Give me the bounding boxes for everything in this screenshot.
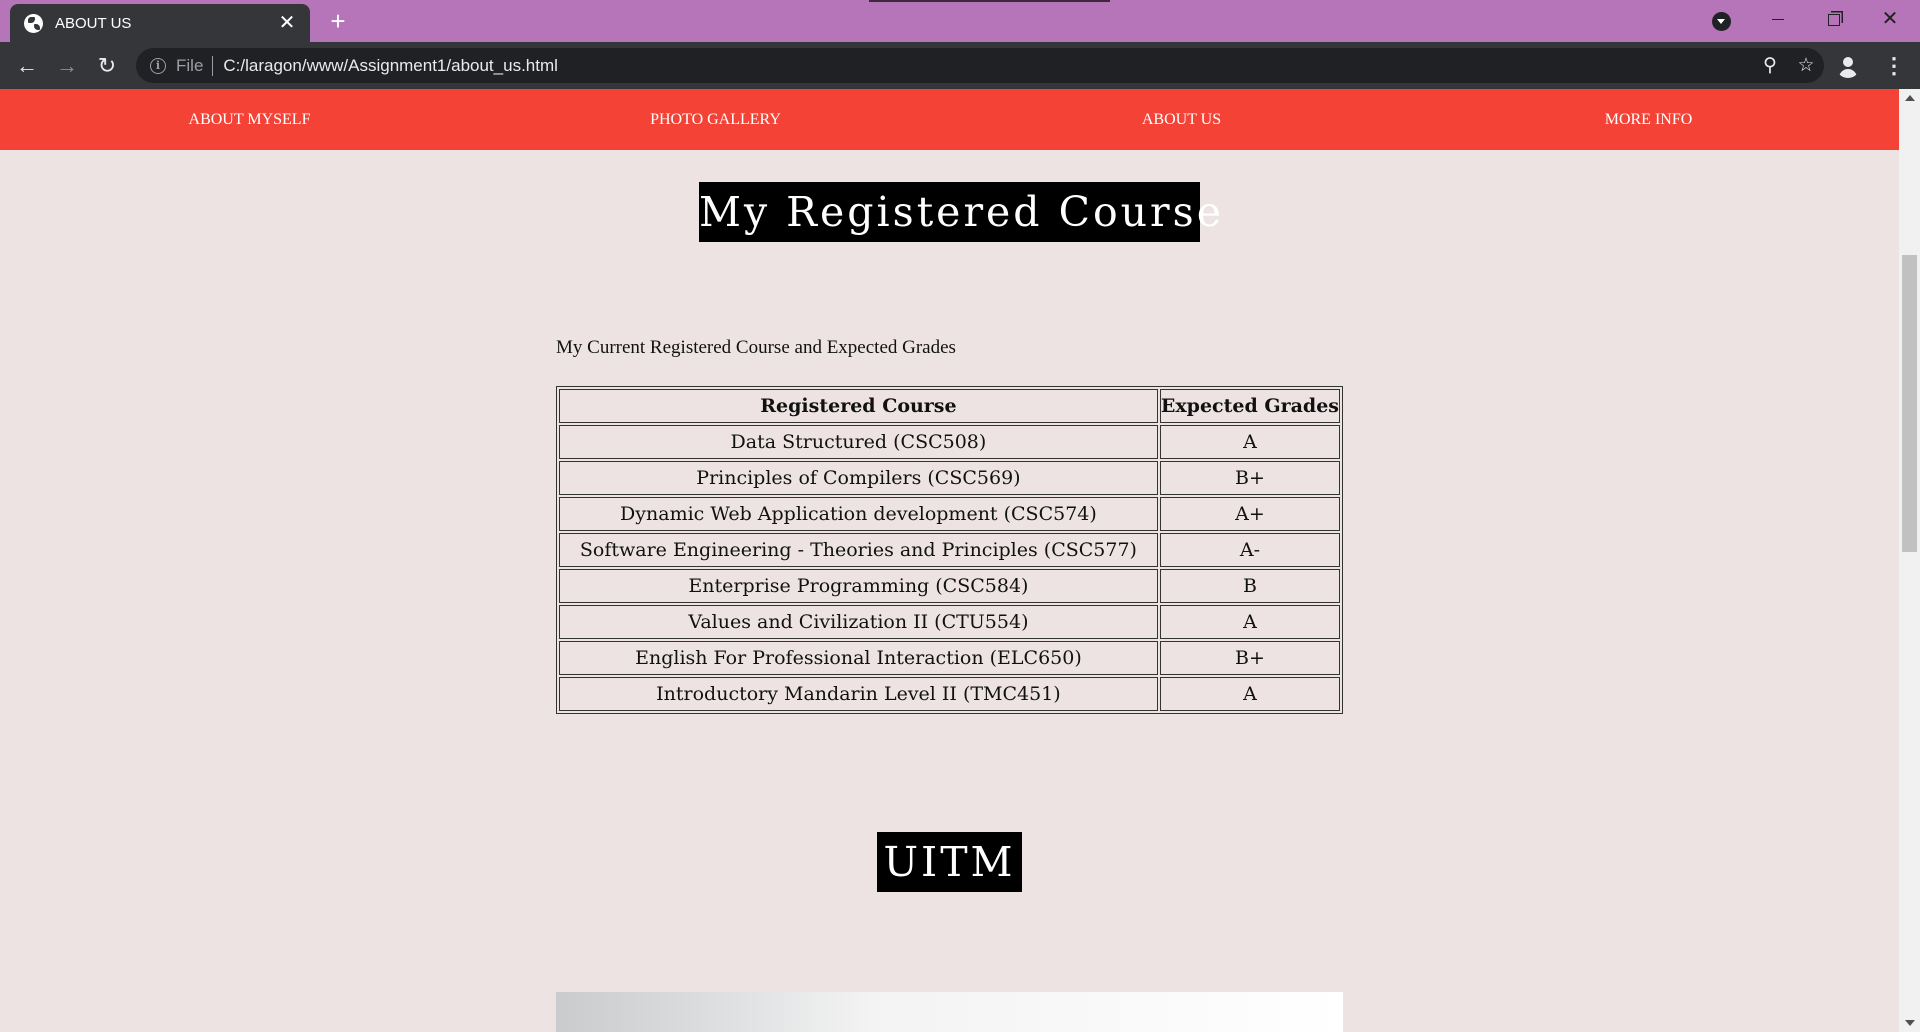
course-cell: Values and Civilization II (CTU554): [559, 605, 1158, 639]
courses-heading: My Registered Course: [699, 182, 1221, 242]
table-row: Introductory Mandarin Level II (TMC451) …: [559, 677, 1340, 711]
courses-intro-text: My Current Registered Course and Expecte…: [556, 337, 956, 358]
new-tab-button[interactable]: +: [324, 8, 352, 36]
course-cell: Data Structured (CSC508): [559, 425, 1158, 459]
grade-cell: B+: [1159, 641, 1340, 675]
table-row: English For Professional Interaction (EL…: [559, 641, 1340, 675]
browser-tab-strip: ABOUT US ✕ + ✕: [0, 0, 1920, 42]
tab-close-icon[interactable]: ✕: [276, 12, 298, 34]
course-cell: Introductory Mandarin Level II (TMC451): [559, 677, 1158, 711]
reload-button[interactable]: ↻: [91, 50, 123, 82]
table-row: Principles of Compilers (CSC569) B+: [559, 461, 1340, 495]
grade-cell: A: [1159, 425, 1340, 459]
scroll-up-arrow-icon[interactable]: [1905, 95, 1915, 101]
nav-link-about-us[interactable]: ABOUT US: [944, 89, 1419, 150]
zoom-icon[interactable]: ⚲: [1752, 54, 1788, 77]
nav-link-more-info[interactable]: MORE INFO: [1411, 89, 1886, 150]
grade-cell: B: [1159, 569, 1340, 603]
nav-link-photo-gallery[interactable]: PHOTO GALLERY: [478, 89, 953, 150]
table-header-row: Registered Course Expected Grades: [559, 389, 1340, 423]
table-row: Values and Civilization II (CTU554) A: [559, 605, 1340, 639]
grade-cell: A: [1159, 605, 1340, 639]
profile-icon[interactable]: [1836, 54, 1860, 78]
column-header-grade: Expected Grades: [1159, 389, 1340, 423]
bookmark-star-icon[interactable]: ☆: [1788, 54, 1824, 77]
course-cell: Software Engineering - Theories and Prin…: [559, 533, 1158, 567]
omnibox-divider: [212, 55, 214, 76]
site-nav: ABOUT MYSELF PHOTO GALLERY ABOUT US MORE…: [0, 89, 1899, 150]
grade-cell: A: [1159, 677, 1340, 711]
close-window-button[interactable]: ✕: [1862, 4, 1918, 34]
forward-button[interactable]: →: [51, 50, 83, 82]
address-bar[interactable]: i File C:/laragon/www/Assignment1/about_…: [136, 48, 1824, 83]
grade-cell: B+: [1159, 461, 1340, 495]
uitm-heading: UITM: [877, 832, 1022, 892]
grade-cell: A-: [1159, 533, 1340, 567]
table-row: Enterprise Programming (CSC584) B: [559, 569, 1340, 603]
back-button[interactable]: ←: [11, 50, 43, 82]
grade-cell: A+: [1159, 497, 1340, 531]
scroll-down-arrow-icon[interactable]: [1905, 1020, 1915, 1026]
scrollbar-thumb[interactable]: [1902, 255, 1917, 552]
browser-tab-active[interactable]: ABOUT US ✕: [10, 4, 310, 42]
restore-button[interactable]: [1806, 4, 1862, 34]
uitm-photo: [556, 992, 1343, 1032]
table-row: Data Structured (CSC508) A: [559, 425, 1340, 459]
browser-toolbar: ← → ↻ i File C:/laragon/www/Assignment1/…: [0, 42, 1920, 89]
table-row: Dynamic Web Application development (CSC…: [559, 497, 1340, 531]
column-header-course: Registered Course: [559, 389, 1158, 423]
browser-menu-icon[interactable]: ⋮: [1880, 50, 1908, 82]
tab-title: ABOUT US: [55, 14, 132, 32]
nav-link-about-myself[interactable]: ABOUT MYSELF: [12, 89, 487, 150]
tab-strip-accent: [869, 0, 1110, 2]
info-icon[interactable]: i: [150, 57, 166, 74]
url-text[interactable]: C:/laragon/www/Assignment1/about_us.html: [223, 56, 1752, 76]
course-cell: Principles of Compilers (CSC569): [559, 461, 1158, 495]
globe-icon: [24, 13, 43, 33]
minimize-button[interactable]: [1750, 4, 1806, 34]
url-scheme-label: File: [176, 55, 204, 75]
restore-icon: [1828, 13, 1840, 26]
course-cell: English For Professional Interaction (EL…: [559, 641, 1158, 675]
minimize-icon: [1772, 18, 1784, 21]
table-row: Software Engineering - Theories and Prin…: [559, 533, 1340, 567]
tab-search-icon[interactable]: [1712, 12, 1731, 31]
page-viewport: ABOUT MYSELF PHOTO GALLERY ABOUT US MORE…: [0, 89, 1899, 1032]
course-cell: Enterprise Programming (CSC584): [559, 569, 1158, 603]
page-scrollbar[interactable]: [1899, 89, 1920, 1032]
course-cell: Dynamic Web Application development (CSC…: [559, 497, 1158, 531]
grades-table: Registered Course Expected Grades Data S…: [556, 386, 1343, 714]
